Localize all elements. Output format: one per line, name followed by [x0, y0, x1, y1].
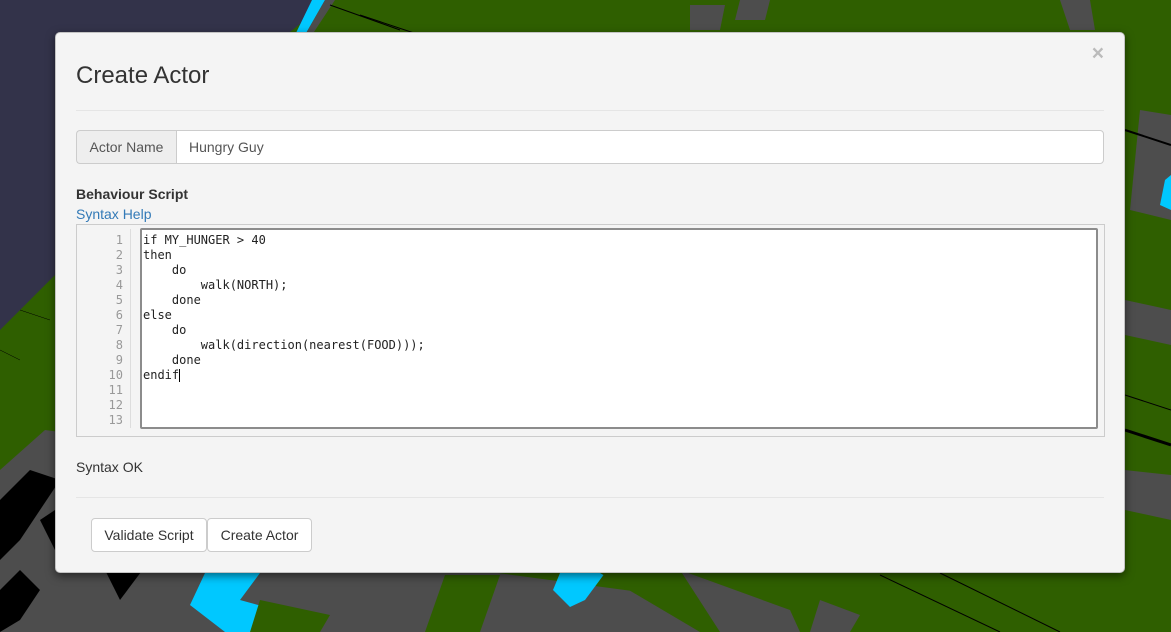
gutter-divider: [130, 229, 131, 428]
code-line: do: [143, 263, 187, 277]
close-button[interactable]: ×: [1092, 42, 1104, 66]
code-line: endif: [143, 368, 181, 382]
line-number: 6: [115, 308, 123, 322]
line-number: 13: [108, 413, 123, 427]
syntax-help-link[interactable]: Syntax Help: [76, 206, 151, 222]
actor-name-input[interactable]: [176, 130, 1104, 164]
code-line: done: [143, 353, 201, 367]
validate-script-button[interactable]: Validate Script: [91, 518, 207, 552]
actor-name-group: Actor Name: [76, 130, 1104, 164]
modal-footer-divider: [76, 497, 1104, 498]
create-actor-modal: Create Actor × Actor Name Behaviour Scri…: [55, 32, 1125, 573]
create-actor-button[interactable]: Create Actor: [207, 518, 312, 552]
script-editor: 1 2 3 4 5 6 7 8 9 10 11 12 13 if MY_HUNGER > 40 then …: [76, 224, 1105, 437]
code-line: if MY_HUNGER > 40: [143, 233, 266, 247]
syntax-status: Syntax OK: [76, 459, 143, 475]
code-line: walk(direction(nearest(FOOD)));: [143, 338, 425, 352]
code-line: walk(NORTH);: [143, 278, 288, 292]
modal-header: Create Actor ×: [76, 33, 1104, 111]
line-number: 4: [115, 278, 123, 292]
code-line: else: [143, 308, 172, 322]
line-number: 1: [115, 233, 123, 247]
behaviour-script-label: Behaviour Script: [76, 186, 189, 202]
line-number: 8: [115, 338, 123, 352]
line-number: 5: [115, 293, 123, 307]
line-number: 9: [115, 353, 123, 367]
script-code-textarea[interactable]: if MY_HUNGER > 40 then do walk(NORTH); do…: [140, 228, 1098, 429]
line-number: 12: [108, 398, 123, 412]
actor-name-label: Actor Name: [76, 130, 176, 164]
text-cursor: [179, 369, 181, 382]
line-number: 7: [115, 323, 123, 337]
code-line: then: [143, 248, 172, 262]
code-line: done: [143, 293, 201, 307]
line-number: 3: [115, 263, 123, 277]
line-number: 10: [108, 368, 123, 382]
line-number-gutter: 1 2 3 4 5 6 7 8 9 10 11 12 13: [77, 225, 131, 436]
line-number: 11: [108, 383, 123, 397]
modal-title: Create Actor: [76, 62, 210, 89]
line-number: 2: [115, 248, 123, 262]
code-line: do: [143, 323, 187, 337]
